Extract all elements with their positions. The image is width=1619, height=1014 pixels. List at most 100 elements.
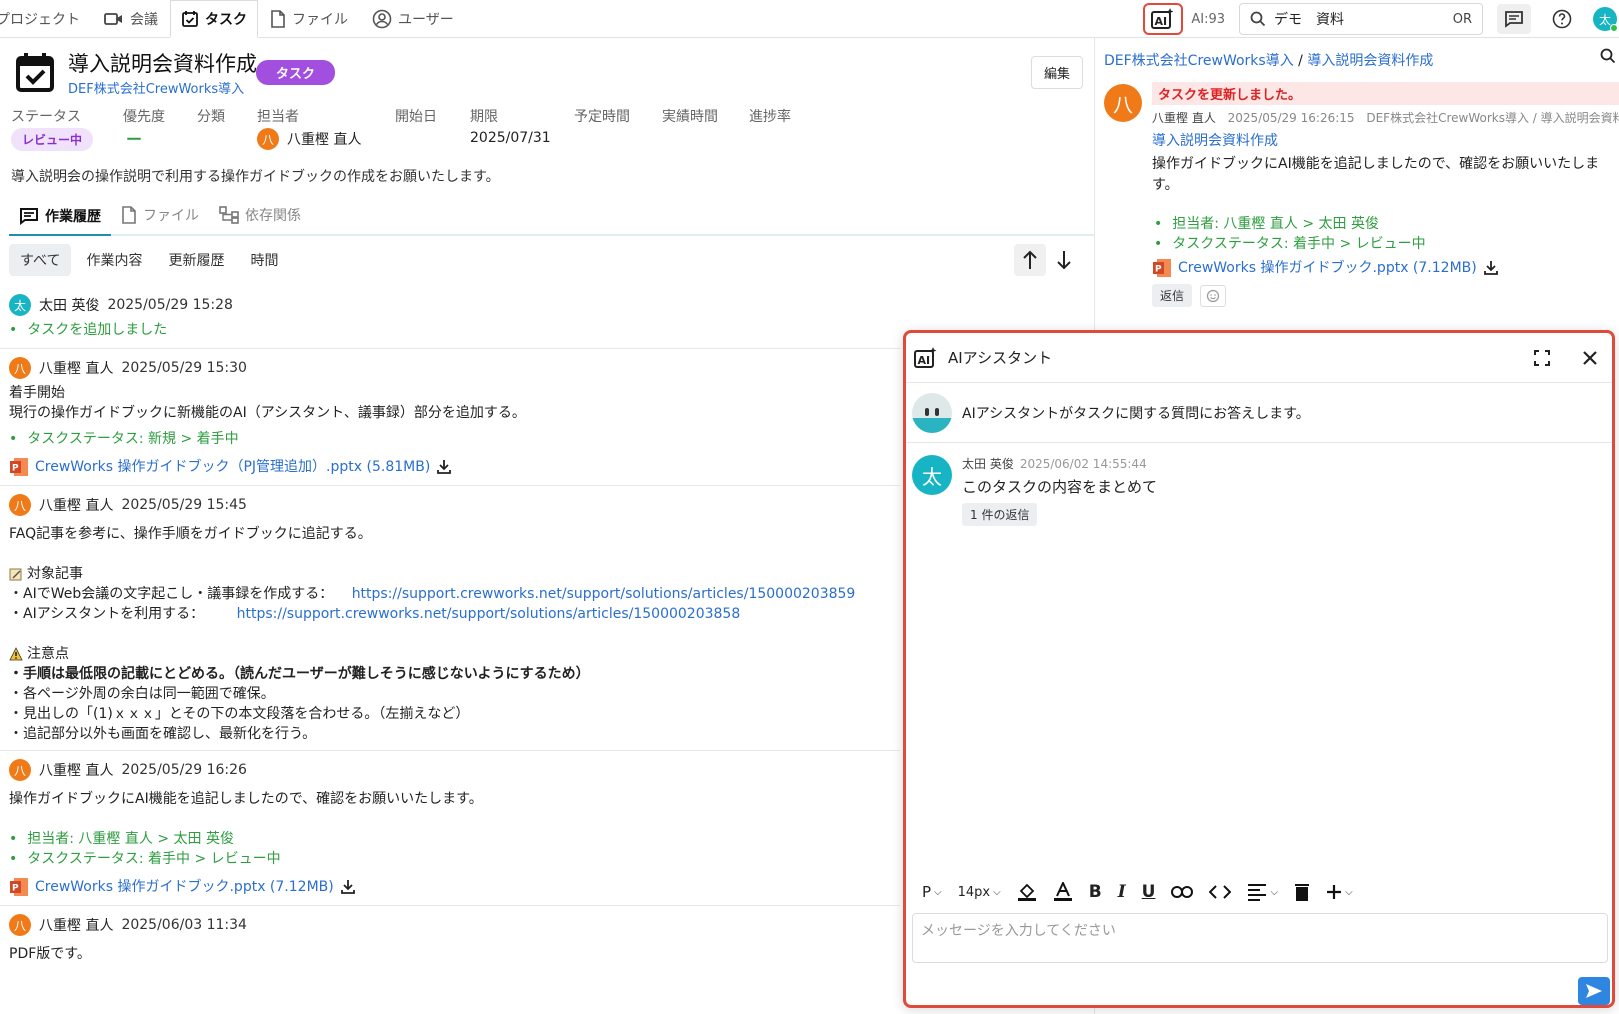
code-button[interactable] bbox=[1203, 877, 1237, 907]
label-category: 分類 bbox=[197, 109, 225, 125]
text-color-button[interactable] bbox=[1047, 877, 1079, 907]
entry-change: 担当者: 八重樫 直人 > 太田 英俊 bbox=[9, 829, 900, 849]
activity-attachment[interactable]: P CrewWorks 操作ガイドブック.pptx (7.12MB) bbox=[1152, 256, 1619, 280]
activity-time: 2025/05/29 16:26:15 bbox=[1227, 111, 1355, 125]
bot-avatar bbox=[912, 392, 952, 433]
entry-author: 太田 英俊 bbox=[39, 298, 100, 314]
activity-path: DEF株式会社CrewWorks導入 / 導入説明会資料作成 bbox=[1366, 111, 1619, 125]
nav-files[interactable]: ファイル bbox=[258, 0, 360, 38]
file-icon bbox=[270, 10, 286, 28]
label-due-date: 期限 bbox=[470, 109, 498, 125]
due-date-value[interactable]: 2025/07/31 bbox=[470, 130, 551, 146]
task-description: 導入説明会の操作説明で利用する操作ガイドブックの作成をお願いたします。 bbox=[11, 169, 500, 185]
expand-icon[interactable] bbox=[1528, 344, 1556, 372]
entry-attachment[interactable]: P CrewWorks 操作ガイドブック.pptx (7.12MB) bbox=[9, 875, 900, 899]
filter-work[interactable]: 作業内容 bbox=[75, 244, 153, 276]
align-dropdown[interactable]: ⌵ bbox=[1241, 877, 1284, 907]
underline-button[interactable]: U bbox=[1136, 877, 1162, 907]
entry-header: 八 八重樫 直人 2025/06/03 11:34 bbox=[9, 910, 900, 940]
emoji-reaction-button[interactable] bbox=[1200, 284, 1227, 307]
sort-ascending-button[interactable] bbox=[1014, 244, 1046, 276]
search-operator[interactable]: OR bbox=[1453, 12, 1472, 27]
current-user-avatar[interactable]: 太 bbox=[1593, 7, 1618, 32]
entry-attachment[interactable]: P CrewWorks 操作ガイドブック（PJ管理追加）.pptx (5.81M… bbox=[9, 455, 900, 479]
message-input[interactable] bbox=[921, 922, 1599, 938]
message-editor[interactable] bbox=[912, 913, 1608, 963]
label-assignee: 担当者 bbox=[257, 109, 299, 125]
status-badge[interactable]: レビュー中 bbox=[11, 128, 94, 151]
assignee-value[interactable]: 八 八重樫 直人 bbox=[257, 128, 361, 150]
search-icon bbox=[1250, 11, 1266, 27]
send-button[interactable] bbox=[1578, 977, 1610, 1005]
nav-meetings[interactable]: 会議 bbox=[92, 0, 170, 38]
global-search[interactable]: デモ 資料 OR bbox=[1239, 3, 1483, 35]
paragraph-format-value: P bbox=[922, 883, 932, 901]
powerpoint-icon: P bbox=[1152, 258, 1172, 278]
download-icon[interactable] bbox=[340, 879, 356, 895]
search-icon[interactable] bbox=[1600, 48, 1616, 64]
close-icon[interactable] bbox=[1576, 344, 1604, 372]
paragraph-format-dropdown[interactable]: P ⌵ bbox=[916, 877, 948, 907]
top-right-tools: AI AI:93 デモ 資料 OR 太 bbox=[1143, 0, 1619, 38]
highlight-color-button[interactable] bbox=[1011, 877, 1043, 907]
entry-time: 2025/05/29 15:30 bbox=[121, 360, 247, 376]
tab-files[interactable]: ファイル bbox=[111, 196, 209, 234]
nav-projects[interactable]: プロジェクト bbox=[0, 0, 92, 38]
download-icon[interactable] bbox=[436, 459, 452, 475]
ai-dialog-header: AI AIアシスタント bbox=[906, 333, 1612, 383]
article-label: ・AIでWeb会議の文字起こし・議事録を作成する： bbox=[9, 586, 334, 602]
link-button[interactable] bbox=[1165, 877, 1199, 907]
tab-work-history[interactable]: 作業履歴 bbox=[9, 198, 111, 236]
entry-text: 着手開始 bbox=[9, 385, 65, 401]
tab-dependencies-label: 依存関係 bbox=[245, 208, 301, 224]
history-entry: 太 太田 英俊 2025/05/29 15:28 タスクを追加しました bbox=[0, 290, 900, 349]
nav-meetings-label: 会議 bbox=[130, 12, 158, 28]
priority-value[interactable]: ー bbox=[126, 126, 142, 150]
font-size-dropdown[interactable]: 14px ⌵ bbox=[952, 877, 1007, 907]
activity-text: 操作ガイドブックにAI機能を追記しましたので、確認をお願いいたします。 bbox=[1152, 156, 1600, 193]
dependency-icon bbox=[219, 206, 239, 224]
entry-text: 現行の操作ガイドブックに新機能のAI（アシスタント、議事録）部分を追加する。 bbox=[9, 405, 526, 421]
article-link[interactable]: https://support.crewworks.net/support/so… bbox=[237, 606, 741, 622]
nav-users[interactable]: ユーザー bbox=[360, 0, 466, 38]
messages-button[interactable] bbox=[1497, 4, 1531, 34]
work-history-feed: 太 太田 英俊 2025/05/29 15:28 タスクを追加しました 八 八重… bbox=[0, 290, 900, 964]
sort-descending-button[interactable] bbox=[1048, 244, 1080, 276]
memo-icon bbox=[9, 567, 23, 581]
activity-actions: 返信 bbox=[1152, 284, 1619, 307]
activity-change: 担当者: 八重樫 直人 > 太田 英俊 bbox=[1154, 214, 1619, 234]
ai-assistant-button[interactable]: AI bbox=[1143, 3, 1184, 35]
note-line: ・追記部分以外も画面を確認し、最新化を行う。 bbox=[9, 726, 317, 742]
insert-dropdown[interactable]: ⌵ bbox=[1320, 877, 1359, 907]
activity-body: タスクを更新しました。 八重樫 直人 2025/05/29 16:26:15 D… bbox=[1152, 82, 1619, 307]
download-icon[interactable] bbox=[1483, 260, 1499, 276]
italic-button[interactable]: I bbox=[1112, 877, 1132, 907]
reply-button[interactable]: 返信 bbox=[1152, 284, 1193, 307]
task-project-link[interactable]: DEF株式会社CrewWorks導入 bbox=[68, 78, 244, 97]
warning-icon bbox=[9, 647, 23, 661]
article-link[interactable]: https://support.crewworks.net/support/so… bbox=[352, 586, 856, 602]
activity-task-link[interactable]: 導入説明会資料作成 bbox=[1152, 130, 1619, 150]
search-input[interactable]: デモ 資料 bbox=[1274, 9, 1445, 29]
activity-avatar: 八 bbox=[1104, 84, 1142, 122]
filter-time[interactable]: 時間 bbox=[239, 244, 289, 276]
delete-button[interactable] bbox=[1288, 877, 1316, 907]
tab-dependencies[interactable]: 依存関係 bbox=[209, 196, 311, 234]
edit-button[interactable]: 編集 bbox=[1031, 56, 1084, 89]
nav-tasks[interactable]: タスク bbox=[170, 0, 258, 38]
attachment-name[interactable]: CrewWorks 操作ガイドブック.pptx (7.12MB) bbox=[35, 875, 334, 899]
online-status-dot bbox=[1610, 24, 1618, 32]
breadcrumb-project[interactable]: DEF株式会社CrewWorks導入 bbox=[1104, 53, 1294, 69]
filter-updates[interactable]: 更新履歴 bbox=[157, 244, 235, 276]
filter-all[interactable]: すべて bbox=[9, 244, 72, 276]
attachment-name[interactable]: CrewWorks 操作ガイドブック.pptx (7.12MB) bbox=[1178, 256, 1477, 280]
activity-changes: 担当者: 八重樫 直人 > 太田 英俊 タスクステータス: 着手中 > レビュー… bbox=[1152, 214, 1619, 254]
bold-button[interactable]: B bbox=[1083, 877, 1108, 907]
reply-count-button[interactable]: 1 件の返信 bbox=[962, 503, 1038, 526]
help-button[interactable] bbox=[1545, 4, 1579, 34]
breadcrumb-task[interactable]: 導入説明会資料作成 bbox=[1307, 53, 1433, 69]
attachment-name[interactable]: CrewWorks 操作ガイドブック（PJ管理追加）.pptx (5.81MB) bbox=[35, 455, 430, 479]
activity-author: 八重樫 直人 bbox=[1152, 111, 1216, 125]
